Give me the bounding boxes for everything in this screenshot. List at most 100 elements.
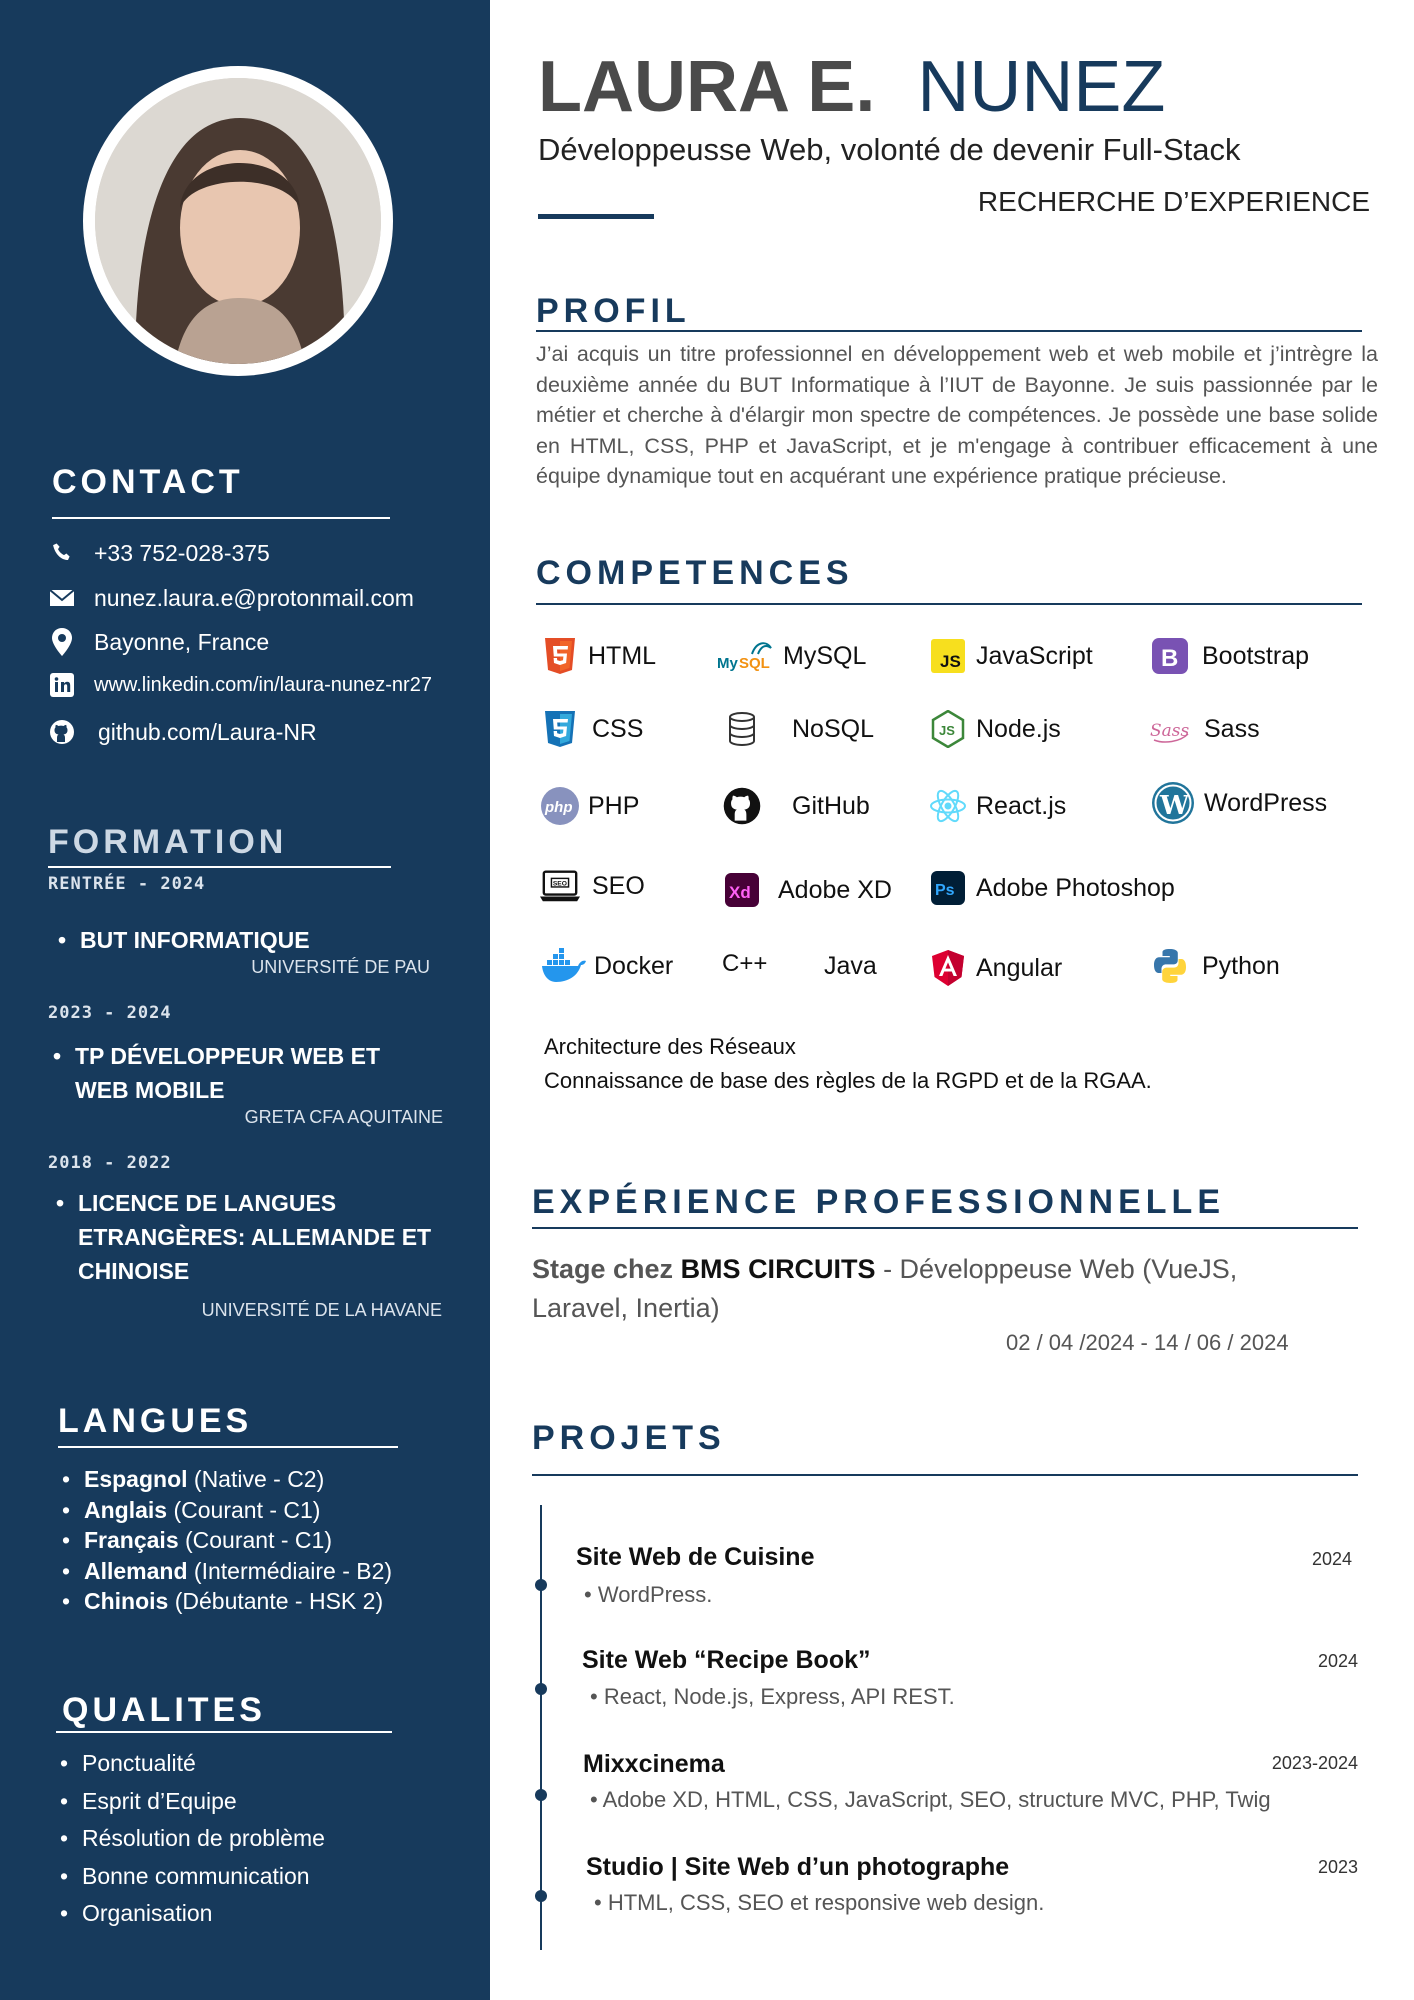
skill-item: Docker: [540, 946, 673, 986]
bullet: •: [56, 1190, 65, 1216]
github-link[interactable]: github.com/Laura-NR: [98, 719, 317, 746]
angular-icon: [928, 948, 968, 988]
degree-line: BUT INFORMATIQUE: [80, 927, 310, 953]
projets-heading: PROJETS: [532, 1419, 726, 1457]
contact-phone: +33 752-028-375: [48, 539, 270, 567]
svg-text:Xd: Xd: [729, 883, 751, 902]
skill-label: MySQL: [783, 641, 867, 670]
skill-item: W WordPress: [1150, 780, 1327, 826]
skill-label: Adobe XD: [778, 875, 892, 904]
svg-text:SQL: SQL: [739, 655, 770, 672]
langue-name: Chinois: [84, 1588, 169, 1614]
project-title: Site Web “Recipe Book”: [582, 1646, 871, 1674]
skill-label: WordPress: [1204, 788, 1328, 817]
bootstrap-icon: B: [1150, 636, 1190, 676]
skill-label: SEO: [592, 871, 645, 900]
project-desc-text: React, Node.js, Express, API REST.: [603, 1684, 955, 1709]
timeline-dot: [535, 1579, 547, 1591]
skill-label: Node.js: [976, 714, 1061, 743]
langue-name: Espagnol: [84, 1466, 188, 1492]
skill-item: Ps Adobe Photoshop: [928, 868, 1175, 908]
project-year: 2023: [1317, 1857, 1358, 1877]
formation-period: 2023 - 2024: [48, 1003, 172, 1023]
timeline-dot: [535, 1789, 547, 1801]
skill-label: Java: [824, 952, 877, 980]
linkedin-icon: [48, 671, 76, 699]
experience-heading: EXPÉRIENCE PROFESSIONNELLE: [532, 1183, 1225, 1221]
avatar-image: [95, 78, 381, 364]
profil-divider: [536, 330, 1362, 332]
project-title: Mixxcinema: [583, 1750, 725, 1778]
contact-github[interactable]: github.com/Laura-NR: [48, 718, 317, 746]
contact-email: nunez.laura.e@protonmail.com: [48, 584, 414, 612]
email-icon: [48, 584, 76, 612]
skill-label: Angular: [976, 953, 1063, 982]
competence-extra-line: Architecture des Réseaux: [544, 1034, 796, 1059]
langue-item: Chinois (Débutante - HSK 2): [62, 1586, 392, 1617]
langue-name: Français: [84, 1527, 179, 1553]
photoshop-icon: Ps: [928, 868, 968, 908]
formation-heading: FORMATION: [48, 823, 288, 861]
phone-text: +33 752-028-375: [94, 539, 270, 566]
timeline-line: [540, 1505, 542, 1950]
experience-role: - Développeuse Web (VueJS,: [875, 1254, 1238, 1284]
seo-laptop-icon: SEO: [540, 866, 580, 906]
svg-text:W: W: [1159, 791, 1190, 821]
adobe-xd-icon: Xd: [722, 870, 762, 910]
timeline-dot: [535, 1890, 547, 1902]
langue-level: (Intermédiaire - B2): [187, 1557, 393, 1584]
langue-level: (Courant - C1): [178, 1527, 332, 1553]
contact-linkedin[interactable]: www.linkedin.com/in/laura-nunez-nr27: [48, 671, 432, 699]
skill-item: Angular: [928, 948, 1062, 988]
name-accent-bar: [538, 214, 654, 219]
formation-divider: [48, 866, 391, 868]
formation-period: RENTRÉE - 2024: [48, 874, 206, 894]
skill-label: HTML: [588, 641, 657, 670]
svg-text:JS: JS: [939, 723, 955, 738]
skill-item: Xd Adobe XD: [722, 870, 892, 910]
formation-degree: • LICENCE DE LANGUES ETRANGÈRES: ALLEMAN…: [56, 1186, 431, 1288]
last-name: NUNEZ: [917, 47, 1166, 127]
langue-name: Allemand: [84, 1557, 188, 1584]
profil-text: J’ai acquis un titre professionnel en dé…: [536, 342, 1378, 488]
css3-icon: [540, 709, 580, 749]
contact-location: Bayonne, France: [48, 628, 269, 656]
project-year: 2024: [1311, 1549, 1352, 1569]
experience-dates: 02 / 04 /2024 - 14 / 06 / 2024: [1006, 1330, 1289, 1355]
project-desc: • WordPress.: [584, 1582, 713, 1607]
project-year: 2024: [1317, 1651, 1358, 1671]
skill-label: Python: [1202, 951, 1280, 980]
competences-divider: [536, 603, 1362, 605]
skill-label: Sass: [1204, 714, 1260, 743]
skill-label: Bootstrap: [1202, 641, 1310, 670]
experience-role: Laravel, Inertia): [532, 1293, 720, 1323]
langue-item: Français (Courant - C1): [62, 1525, 392, 1556]
linkedin-link[interactable]: www.linkedin.com/in/laura-nunez-nr27: [94, 674, 432, 697]
skill-label: Adobe Photoshop: [976, 873, 1175, 902]
email-text: nunez.laura.e@protonmail.com: [94, 584, 414, 611]
skill-item: NoSQL: [722, 709, 874, 749]
skill-item: CSS: [540, 709, 643, 749]
projets-divider: [532, 1474, 1358, 1476]
qualite-item: Esprit d’Equipe: [60, 1783, 325, 1821]
skill-item: php PHP: [540, 786, 639, 826]
svg-text:JS: JS: [940, 652, 961, 671]
degree-line: CHINOISE: [78, 1258, 190, 1284]
nodejs-icon: JS: [928, 709, 968, 749]
qualite-item: Organisation: [60, 1895, 325, 1933]
degree-line: WEB MOBILE: [75, 1077, 225, 1103]
experience-company: BMS CIRCUITS: [680, 1254, 876, 1284]
langues-heading: LANGUES: [58, 1402, 253, 1440]
name-heading: LAURA E. NUNEZ: [538, 48, 1165, 126]
html5-icon: [540, 636, 580, 676]
svg-text:SEO: SEO: [553, 881, 567, 888]
contact-heading: CONTACT: [52, 463, 244, 501]
wordpress-icon: W: [1150, 780, 1196, 826]
github-icon: [722, 786, 762, 826]
skill-label: PHP: [588, 791, 640, 820]
subtitle: Développeusse Web, volonté de devenir Fu…: [538, 132, 1241, 167]
svg-text:Ps: Ps: [935, 882, 955, 899]
langue-item: Allemand (Intermédiaire - B2): [62, 1556, 393, 1587]
react-icon: [928, 786, 968, 826]
qualite-item: Ponctualité: [60, 1745, 325, 1783]
